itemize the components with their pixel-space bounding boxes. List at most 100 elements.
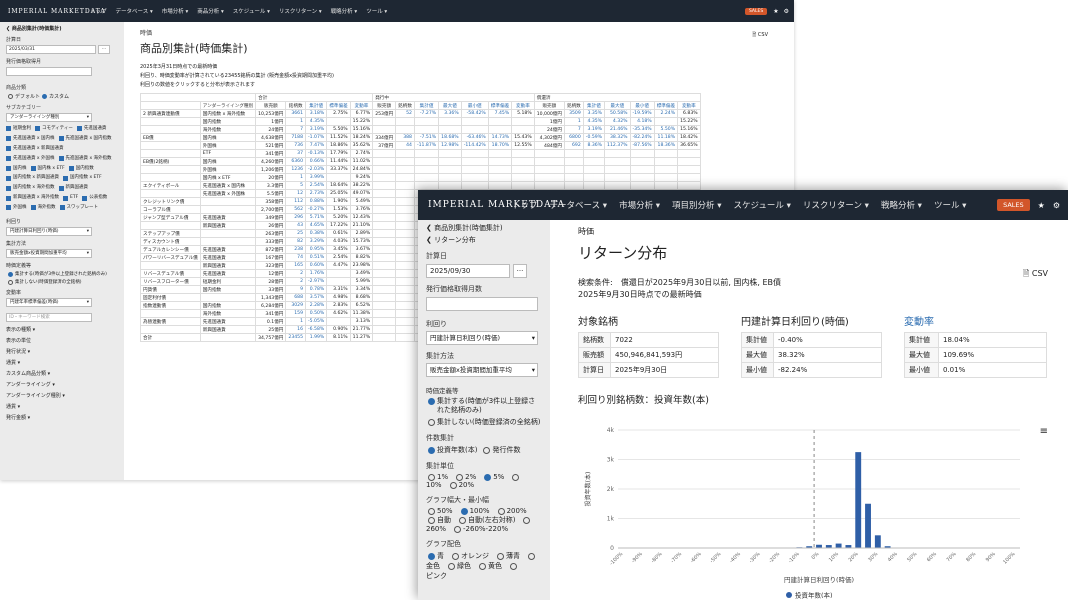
checkbox-item[interactable]: 国内指数 x ETF [63,174,102,182]
checkbox[interactable] [6,185,11,191]
checkbox[interactable] [6,126,11,132]
nav-product[interactable]: 商品分析 ▾ [197,7,224,15]
nav-market[interactable]: 市場分析 ▾ [162,7,189,15]
checkbox-item[interactable]: 先進国通貨 x 新興国通貨 [6,145,64,153]
brand-logo[interactable]: IMPERIAL MARKETDATA [428,200,564,210]
table-cell[interactable]: -2.03% [305,165,328,174]
agg-select[interactable]: 販売金額x投資期間加重平均 [426,363,538,377]
bar-20%[interactable] [855,452,862,548]
checkbox-item[interactable]: 短期金利 [6,125,31,133]
table-cell[interactable]: 3.19% [305,125,328,134]
nav-items[interactable]: 項目別分析 ▾ [672,199,721,211]
nav-market[interactable]: 市場分析 ▾ [619,199,660,211]
checkbox-item[interactable]: 先進国通貨 x 外国株 [6,155,55,163]
sidebar-link[interactable]: カスタム商品分類 ▾ [6,370,118,379]
checkbox-item[interactable]: ETF [63,194,78,202]
checkbox[interactable] [82,195,88,201]
checkbox-item[interactable]: 先進国通貨 x 国内株 [6,135,55,143]
table-cell[interactable]: 2.73% [305,189,328,198]
checkbox-item[interactable]: 新興国通貨 x 海外指数 [6,194,59,202]
radio-button[interactable] [479,562,486,570]
count-radio-1[interactable] [428,446,435,454]
sidebar-link[interactable]: 通貨 ▾ [6,403,118,412]
radio-button[interactable] [449,481,457,489]
sidebar-link[interactable]: アンダーライイング種別 ▾ [6,392,118,401]
nav-tools[interactable]: ツール ▾ [934,199,966,211]
sidebar-link[interactable]: 表示の種類 ▾ [6,326,118,335]
nav-riskreturn[interactable]: リスクリターン ▾ [803,199,869,211]
csv-button[interactable]: 🗎 CSV [752,32,768,40]
sales-badge[interactable]: SALES [744,7,768,15]
checkbox-item[interactable]: 外国株 [6,204,27,212]
date-input[interactable]: 2025/09/30 [426,264,510,278]
bar-25%[interactable] [865,503,871,548]
checkbox[interactable] [30,205,36,211]
checkbox[interactable] [63,195,69,201]
sidebar-link[interactable]: アンダーライイング ▾ [6,381,118,390]
sales-badge[interactable]: SALES [997,199,1030,211]
radio-button[interactable] [497,507,505,515]
checkbox[interactable] [68,165,74,171]
checkbox[interactable] [30,165,36,171]
checkbox-item[interactable]: 公表指数 [82,194,107,202]
checkbox-item[interactable]: 国内指数 [68,165,94,173]
nav-top[interactable]: トップ [90,7,107,15]
checkbox-item[interactable]: 国内株 x ETF [30,165,65,173]
brand-logo[interactable]: IMPERIAL MARKETDATA [8,8,105,15]
agg-select[interactable]: 販売金額x投資期間加重平均 [6,249,92,259]
radio-button[interactable] [528,552,535,560]
radio-button[interactable] [484,473,492,481]
keyword-search-input[interactable]: ID・キーワード検索 [6,313,92,323]
table-cell[interactable]: 0.88% [305,197,328,206]
checkbox-item[interactable]: 国内株 [6,165,27,173]
nav-tools[interactable]: ツール ▾ [366,7,387,15]
radio-button[interactable] [428,552,435,560]
checkbox-item[interactable]: スワップレート [59,204,98,212]
radio-button[interactable] [428,473,435,481]
bar-10%[interactable] [835,543,842,548]
checkbox[interactable] [35,126,40,132]
radio-default[interactable] [8,94,13,99]
period-radio-2[interactable] [8,279,13,285]
checkbox[interactable] [59,205,65,211]
table-cell[interactable]: 3.99% [305,173,328,182]
radio-button[interactable] [510,562,517,570]
gear-icon[interactable]: ⚙ [784,8,789,15]
radio-button[interactable] [523,516,531,524]
table-cell[interactable]: 5.71% [305,213,328,222]
bar-30%[interactable] [874,535,881,548]
checkbox[interactable] [6,195,11,201]
count-radio-2[interactable] [483,446,491,454]
yield-select[interactable]: 円建計算日利回り(時価) [6,227,92,237]
table-cell[interactable]: 0.66% [305,157,328,166]
legend-label[interactable]: 投資年数(本) [795,591,833,600]
checkbox-item[interactable]: 先進国通貨 [76,125,106,133]
table-cell[interactable]: 0.38% [305,229,328,238]
table-cell[interactable]: -1.07% [305,133,328,142]
checkbox[interactable] [76,126,82,132]
period-radio-2[interactable] [428,418,435,426]
table-cell[interactable]: -6.58% [305,325,328,334]
table-cell[interactable]: 7.47% [305,141,328,150]
table-cell[interactable]: 1.76% [305,269,328,278]
checkbox-item[interactable]: 先進国通貨 x 国内指数 [58,135,112,143]
checkbox-item[interactable]: 国内指数 x 海外指数 [6,184,55,192]
table-cell[interactable]: 3.57% [305,293,328,302]
nav-top[interactable]: トップ [512,199,538,211]
sidebar-link[interactable]: 表示の単位 [6,337,118,346]
checkbox-item[interactable]: 海外指数 [30,204,56,212]
sidebar-link[interactable]: 通貨 ▾ [6,359,118,368]
radio-button[interactable] [512,473,520,481]
issuer-input[interactable] [426,297,538,311]
table-cell[interactable]: -0.13% [305,149,328,158]
checkbox-item[interactable]: 国内指数 x 新興国通貨 [6,174,59,182]
table-cell[interactable]: 0.78% [305,285,328,294]
date-picker-button[interactable]: ... [513,264,527,278]
nav-schedule[interactable]: スケジュール ▾ [233,7,270,15]
radio-button[interactable] [456,473,464,481]
nav-strategy[interactable]: 戦略分析 ▾ [331,7,358,15]
checkbox[interactable] [6,136,11,142]
table-cell[interactable]: 1.99% [305,333,328,342]
checkbox-item[interactable]: コモディティー [35,125,73,133]
legend-marker[interactable] [786,592,792,598]
